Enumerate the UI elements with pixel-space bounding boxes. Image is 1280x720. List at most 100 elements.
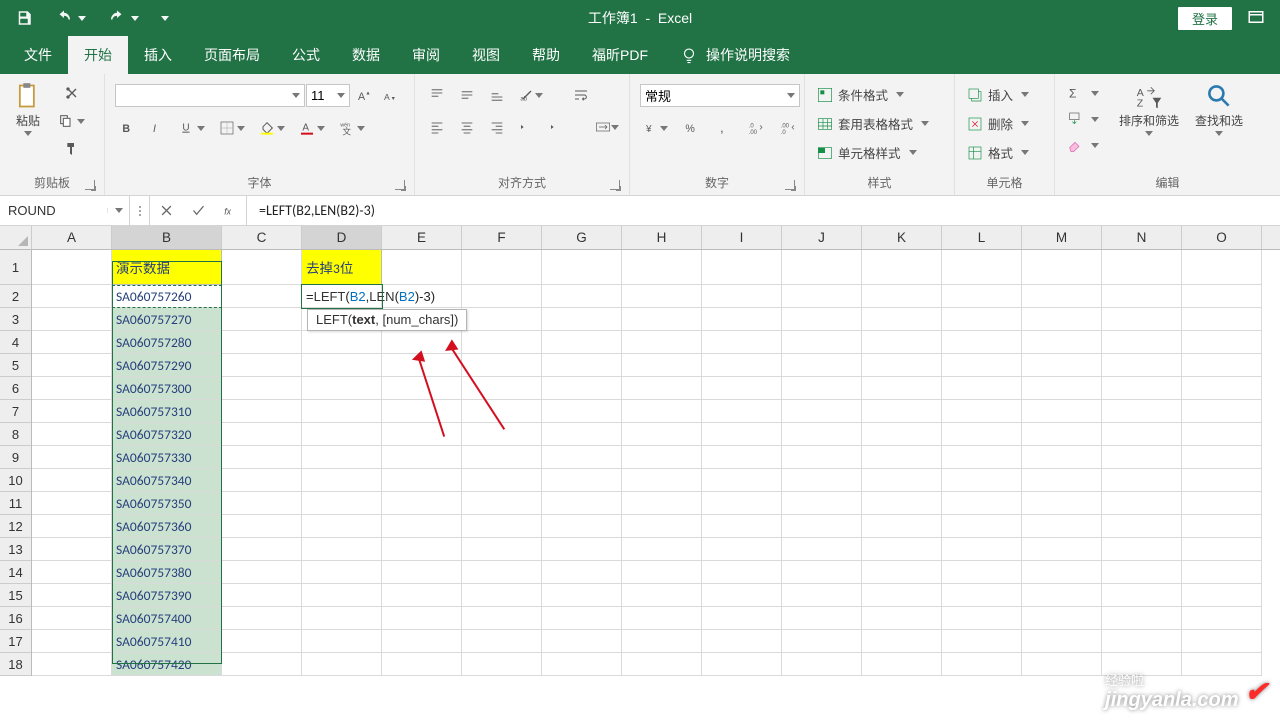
qat-customize[interactable]	[161, 16, 169, 21]
cell-L15[interactable]	[942, 584, 1022, 607]
cell-K3[interactable]	[862, 308, 942, 331]
cell-I4[interactable]	[702, 331, 782, 354]
cell-F4[interactable]	[462, 331, 542, 354]
cell-G11[interactable]	[542, 492, 622, 515]
cell-G8[interactable]	[542, 423, 622, 446]
cell-I15[interactable]	[702, 584, 782, 607]
number-dialog-launcher[interactable]	[785, 180, 796, 191]
cell-I7[interactable]	[702, 400, 782, 423]
cell-N6[interactable]	[1102, 377, 1182, 400]
cell-I12[interactable]	[702, 515, 782, 538]
cell-K11[interactable]	[862, 492, 942, 515]
cell-E11[interactable]	[382, 492, 462, 515]
col-header-J[interactable]: J	[782, 226, 862, 249]
row-header-2[interactable]: 2	[0, 285, 31, 308]
cell-B18[interactable]: SA060757420	[112, 653, 222, 676]
tab-data[interactable]: 数据	[336, 36, 396, 74]
cell-J8[interactable]	[782, 423, 862, 446]
cell-J3[interactable]	[782, 308, 862, 331]
cell-O3[interactable]	[1182, 308, 1262, 331]
cell-I17[interactable]	[702, 630, 782, 653]
cell-N1[interactable]	[1102, 250, 1182, 285]
cell-B3[interactable]: SA060757270	[112, 308, 222, 331]
cell-B9[interactable]: SA060757330	[112, 446, 222, 469]
conditional-format-button[interactable]: 条件格式	[813, 82, 908, 107]
cell-L14[interactable]	[942, 561, 1022, 584]
cell-M14[interactable]	[1022, 561, 1102, 584]
cell-A17[interactable]	[32, 630, 112, 653]
decrease-indent-button[interactable]	[515, 116, 539, 138]
cell-G2[interactable]	[542, 285, 622, 308]
cell-D1[interactable]: 去掉3位	[302, 250, 382, 285]
cell-M2[interactable]	[1022, 285, 1102, 308]
cell-H18[interactable]	[622, 653, 702, 676]
cell-K8[interactable]	[862, 423, 942, 446]
cell-M9[interactable]	[1022, 446, 1102, 469]
row-header-12[interactable]: 12	[0, 515, 31, 538]
cell-J4[interactable]	[782, 331, 862, 354]
cell-M5[interactable]	[1022, 354, 1102, 377]
cell-N3[interactable]	[1102, 308, 1182, 331]
tab-help[interactable]: 帮助	[516, 36, 576, 74]
col-header-L[interactable]: L	[942, 226, 1022, 249]
cell-H17[interactable]	[622, 630, 702, 653]
select-all-corner[interactable]	[0, 226, 32, 250]
cell-J16[interactable]	[782, 607, 862, 630]
cell-C3[interactable]	[222, 308, 302, 331]
cell-D11[interactable]	[302, 492, 382, 515]
cell-M6[interactable]	[1022, 377, 1102, 400]
cell-I11[interactable]	[702, 492, 782, 515]
cell-A5[interactable]	[32, 354, 112, 377]
cell-L9[interactable]	[942, 446, 1022, 469]
cell-F12[interactable]	[462, 515, 542, 538]
cell-M11[interactable]	[1022, 492, 1102, 515]
font-name-select[interactable]	[115, 84, 305, 107]
cell-G18[interactable]	[542, 653, 622, 676]
cell-H10[interactable]	[622, 469, 702, 492]
cell-G4[interactable]	[542, 331, 622, 354]
cell-D8[interactable]	[302, 423, 382, 446]
col-header-E[interactable]: E	[382, 226, 462, 249]
cell-M1[interactable]	[1022, 250, 1102, 285]
cell-F16[interactable]	[462, 607, 542, 630]
cell-G1[interactable]	[542, 250, 622, 285]
cell-E12[interactable]	[382, 515, 462, 538]
decrease-font-button[interactable]: A▼	[378, 85, 402, 107]
cell-E14[interactable]	[382, 561, 462, 584]
cell-B13[interactable]: SA060757370	[112, 538, 222, 561]
cell-O9[interactable]	[1182, 446, 1262, 469]
align-right-button[interactable]	[485, 116, 509, 138]
cell-K17[interactable]	[862, 630, 942, 653]
cell-J12[interactable]	[782, 515, 862, 538]
cell-E1[interactable]	[382, 250, 462, 285]
tab-formulas[interactable]: 公式	[276, 36, 336, 74]
cell-G17[interactable]	[542, 630, 622, 653]
cell-E15[interactable]	[382, 584, 462, 607]
tab-insert[interactable]: 插入	[128, 36, 188, 74]
worksheet-grid[interactable]: 123456789101112131415161718 ABCDEFGHIJKL…	[0, 226, 1280, 720]
cell-G12[interactable]	[542, 515, 622, 538]
italic-button[interactable]: I	[145, 117, 169, 139]
cell-J18[interactable]	[782, 653, 862, 676]
cell-C9[interactable]	[222, 446, 302, 469]
paste-button[interactable]: 粘贴	[6, 78, 50, 140]
tab-view[interactable]: 视图	[456, 36, 516, 74]
cell-D7[interactable]	[302, 400, 382, 423]
row-header-7[interactable]: 7	[0, 400, 31, 423]
copy-button[interactable]	[54, 110, 89, 132]
cell-N17[interactable]	[1102, 630, 1182, 653]
cell-G15[interactable]	[542, 584, 622, 607]
cell-K10[interactable]	[862, 469, 942, 492]
cell-H11[interactable]	[622, 492, 702, 515]
cell-D9[interactable]	[302, 446, 382, 469]
cell-A8[interactable]	[32, 423, 112, 446]
cell-O15[interactable]	[1182, 584, 1262, 607]
row-header-1[interactable]: 1	[0, 250, 31, 285]
cell-L13[interactable]	[942, 538, 1022, 561]
orientation-button[interactable]: ab	[515, 84, 547, 106]
cell-A16[interactable]	[32, 607, 112, 630]
cell-I2[interactable]	[702, 285, 782, 308]
cell-C6[interactable]	[222, 377, 302, 400]
cell-K5[interactable]	[862, 354, 942, 377]
cell-F11[interactable]	[462, 492, 542, 515]
